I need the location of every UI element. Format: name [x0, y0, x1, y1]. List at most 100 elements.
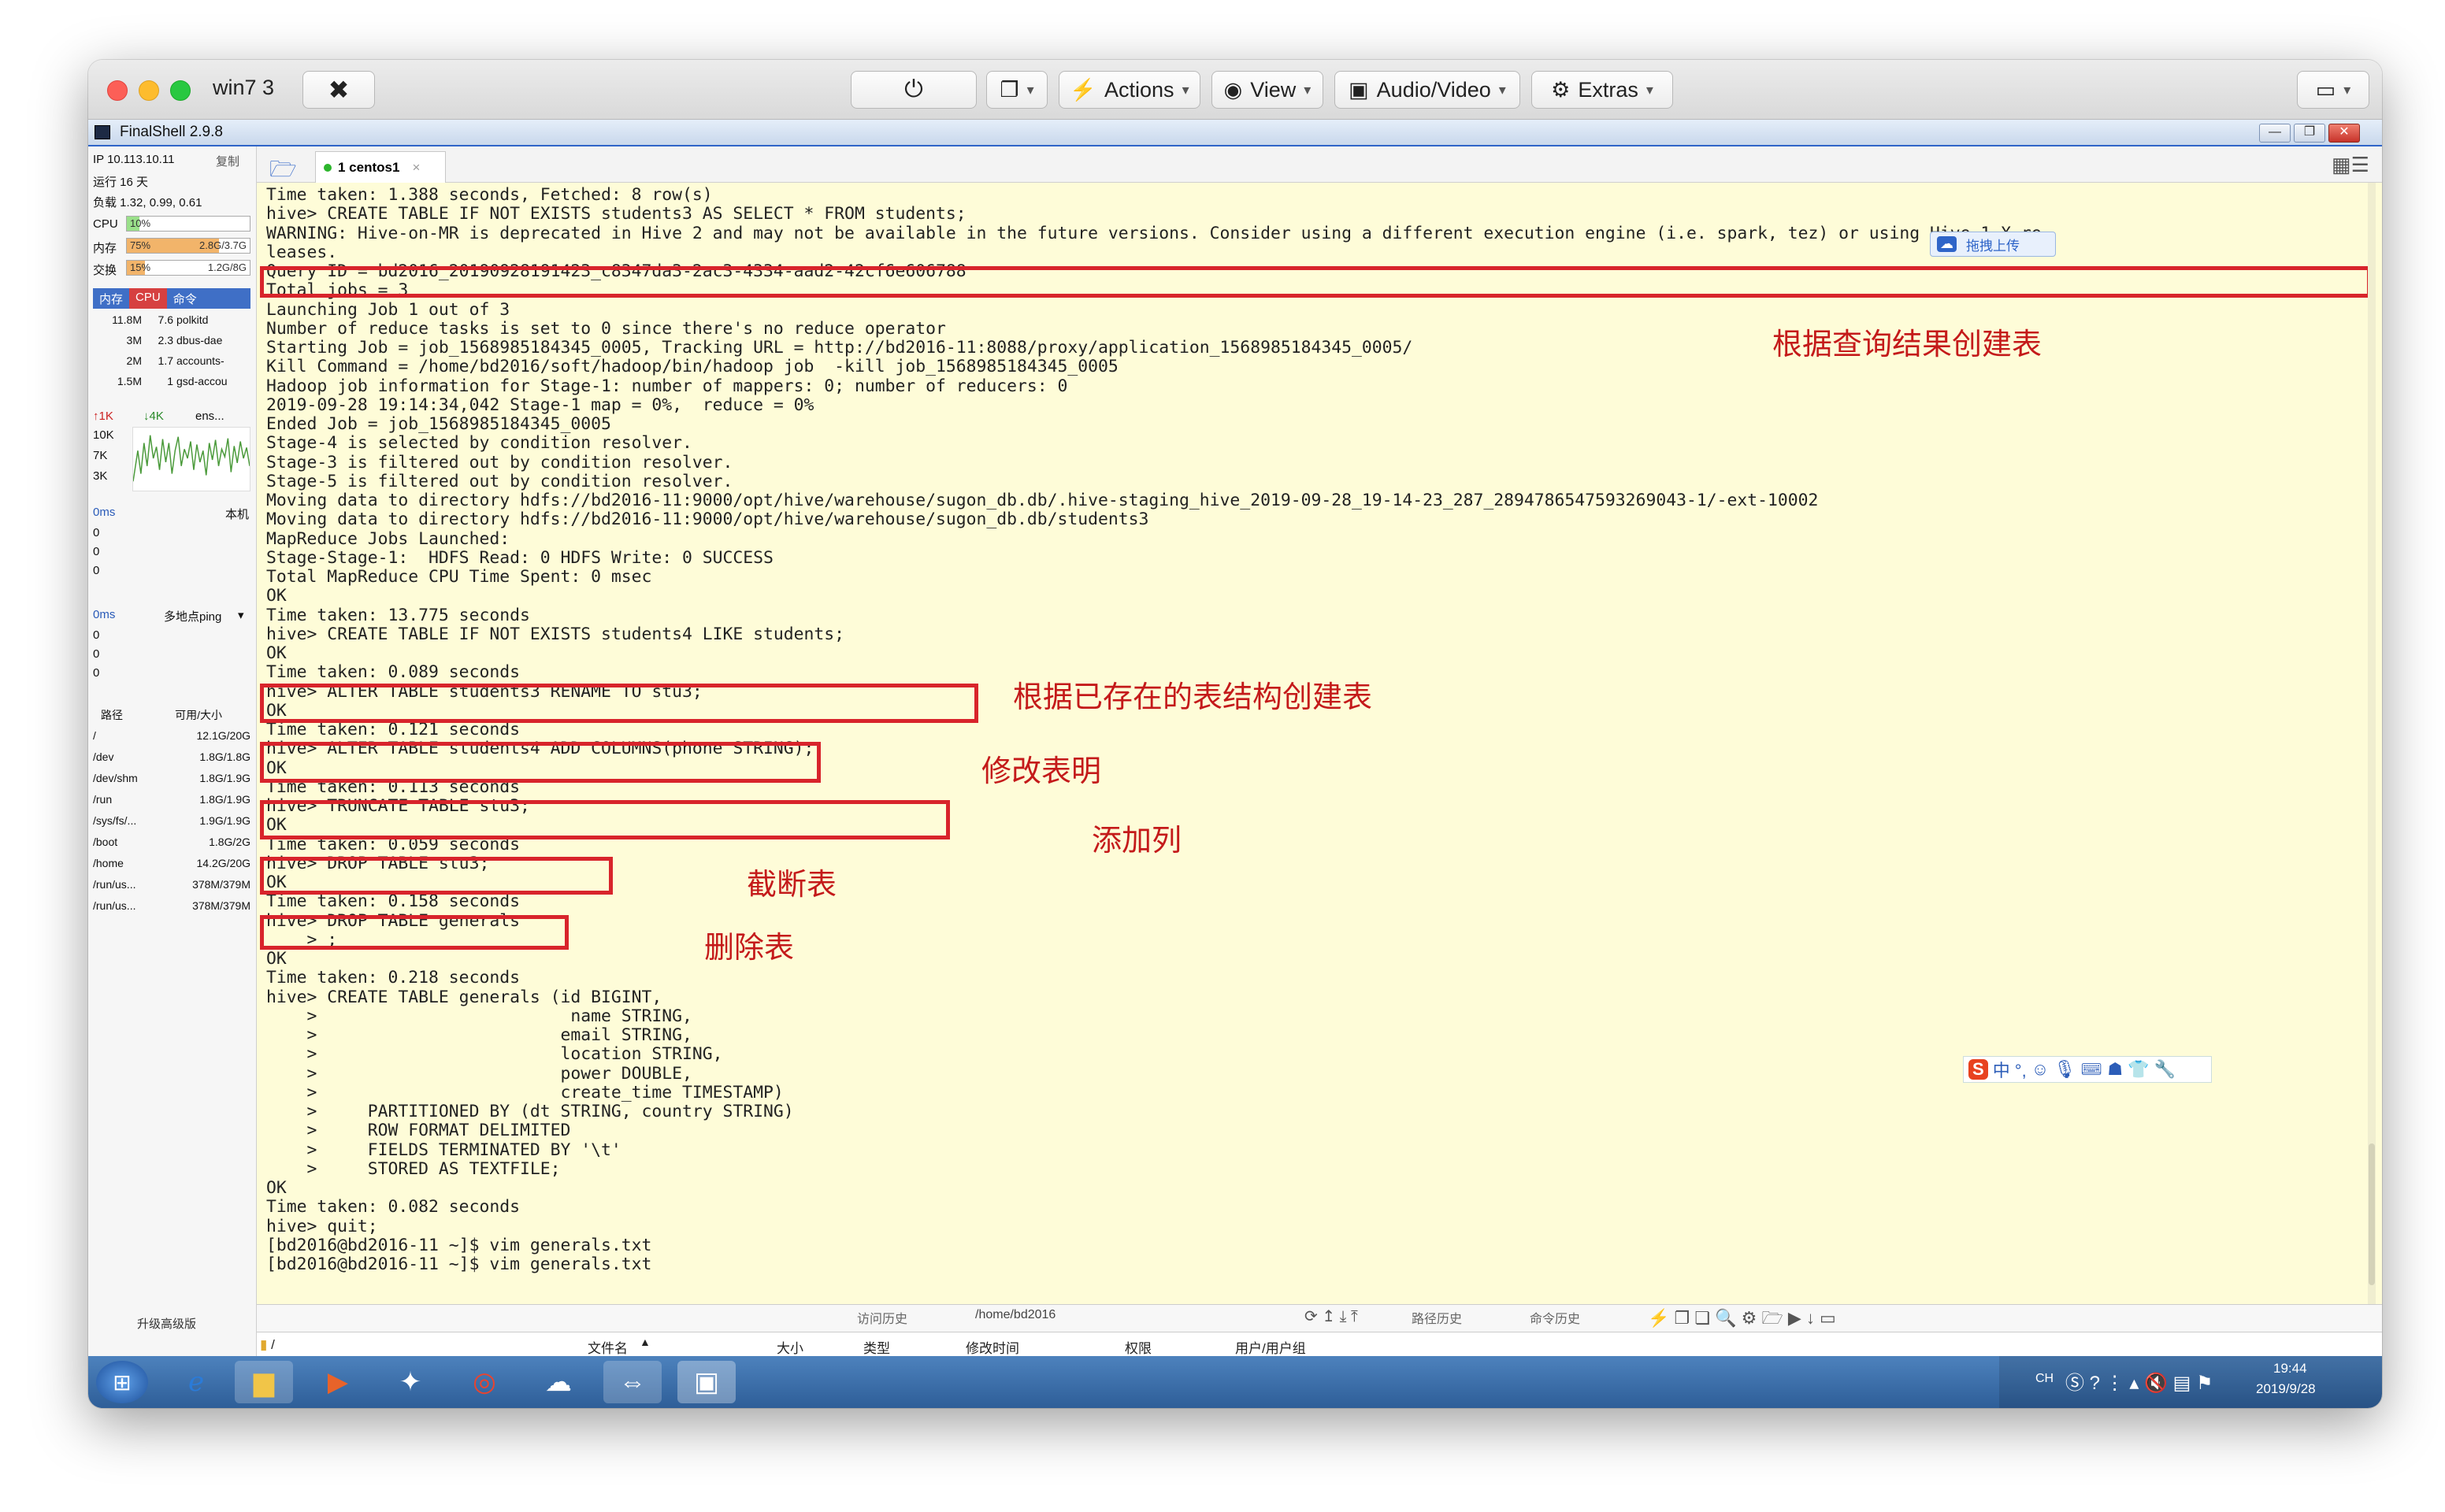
- process-row[interactable]: 1.5M 1 gsd-accou: [93, 375, 250, 387]
- tray-time[interactable]: 19:44: [2273, 1361, 2307, 1377]
- tab-centos1[interactable]: 1 centos1 ×: [315, 151, 446, 183]
- screen-button[interactable]: ▭ ▾: [2297, 71, 2369, 109]
- highlight-rename: [260, 742, 821, 783]
- copy-ip-button[interactable]: 复制: [216, 153, 239, 169]
- dir-path[interactable]: ▮ /: [257, 1337, 580, 1353]
- session-tab-bar: 🗁 1 centos1 × ▦☰: [257, 146, 2382, 183]
- media-player-icon[interactable]: ▶: [309, 1361, 367, 1403]
- disk-size: 14.2G/20G: [196, 857, 251, 869]
- col-size[interactable]: 大小: [777, 1337, 803, 1357]
- ime-tools-icon[interactable]: ☺ 🎙 ⌨ ☗ 👕 🔧: [2031, 1059, 2176, 1080]
- actions-menu[interactable]: ⚡ Actions ▾: [1059, 71, 1200, 109]
- ping-value: 0: [93, 526, 100, 539]
- actions-label: Actions: [1104, 77, 1174, 102]
- file-browser-bar: 访问历史 /home/bd2016 ⟳ ↥ ⤓ ⤒ 路径历史 命令历史 ⚡ ❐ …: [257, 1304, 2382, 1357]
- app-icon: [95, 125, 110, 139]
- net-upload: ↑1K: [93, 410, 113, 423]
- tab-label: 1 centos1: [338, 159, 400, 175]
- disk-size: 378M/379M: [192, 899, 250, 912]
- process-row[interactable]: 3M 2.3 dbus-dae: [93, 334, 250, 346]
- maximize-button[interactable]: ❐: [2294, 124, 2325, 143]
- col-modified[interactable]: 修改时间: [966, 1337, 1019, 1357]
- audio-video-menu[interactable]: ▣ Audio/Video ▾: [1334, 71, 1520, 109]
- upgrade-link[interactable]: 升级高级版: [137, 1315, 196, 1332]
- process-tab-cpu[interactable]: CPU: [129, 288, 167, 309]
- path-history-link[interactable]: 路径历史: [1412, 1308, 1462, 1327]
- swap-usage-bar: 15% 1.2G/8G: [126, 260, 250, 276]
- input-language[interactable]: CH: [2035, 1372, 2054, 1386]
- col-name[interactable]: 文件名: [588, 1337, 628, 1357]
- baidu-netdisk-icon[interactable]: ☁: [529, 1361, 588, 1403]
- layout-icon[interactable]: ▦☰: [2332, 153, 2369, 177]
- start-button[interactable]: ⊞: [96, 1361, 148, 1403]
- scroll-thumb[interactable]: [2369, 1143, 2375, 1285]
- terminal-scrollbar[interactable]: [2368, 183, 2376, 1304]
- chevron-down-icon: ▾: [1498, 81, 1506, 98]
- gears-icon: ⚙: [1551, 77, 1571, 102]
- finalshell-title-bar: FinalShell 2.9.8 — ❐ ✕: [88, 120, 2382, 146]
- close-button[interactable]: ✕: [2328, 124, 2360, 143]
- mem-size: 2.8G/3.7G: [199, 239, 247, 251]
- ping-multi-select[interactable]: 多地点ping: [164, 608, 221, 624]
- sogou-ime-toolbar[interactable]: S 中 °, ☺ 🎙 ⌨ ☗ 👕 🔧: [1963, 1056, 2212, 1083]
- bolt-icon: ⚡: [1070, 78, 1097, 102]
- zoom-traffic-light[interactable]: [170, 80, 191, 101]
- net-interface-select[interactable]: ens...: [195, 410, 224, 423]
- minimize-traffic-light[interactable]: [139, 80, 159, 101]
- power-button[interactable]: ⏻: [851, 71, 977, 109]
- explorer-icon[interactable]: ▆: [235, 1361, 293, 1403]
- tray-icons[interactable]: Ⓢ ? ⋮ ▴ 🔇 ▤ ⚑: [2065, 1367, 2213, 1395]
- status-sidebar: IP 10.113.10.11 复制 运行 16 天 负载 1.32, 0.99…: [88, 146, 257, 1356]
- upload-button[interactable]: ☁ 拖拽上传: [1930, 232, 2056, 257]
- tray-date[interactable]: 2019/9/28: [2256, 1381, 2316, 1397]
- process-row[interactable]: 11.8M 7.6 polkitd: [93, 313, 250, 326]
- current-path[interactable]: /home/bd2016: [975, 1308, 1056, 1322]
- tools-button[interactable]: ✖: [302, 71, 375, 109]
- network-chart: [132, 427, 250, 491]
- close-traffic-light[interactable]: [107, 80, 128, 101]
- disk-path: /dev: [93, 750, 114, 763]
- chevron-down-icon[interactable]: ▾: [238, 608, 244, 622]
- refresh-upload-download-icons[interactable]: ⟳ ↥ ⤓ ⤒: [1304, 1306, 1358, 1326]
- process-tab-mem[interactable]: 内存: [93, 288, 129, 309]
- clipboard-icon: ❐: [1000, 77, 1019, 102]
- bird-app-icon[interactable]: ✦: [381, 1361, 440, 1403]
- terminal[interactable]: Time taken: 1.388 seconds, Fetched: 8 ro…: [257, 183, 2382, 1304]
- highlight-drop: [260, 915, 569, 950]
- clipboard-button[interactable]: ❐ ▾: [986, 71, 1048, 109]
- server-ip: IP 10.113.10.11: [93, 153, 175, 166]
- disk-path: /: [93, 729, 96, 742]
- command-history-link[interactable]: 命令历史: [1530, 1308, 1580, 1327]
- file-tools-icons[interactable]: ⚡ ❐ ❏ 🔍 ⚙ 🗁 ▶ ↓ ▭: [1648, 1305, 1836, 1335]
- chat-icon: ▣: [1349, 77, 1369, 102]
- finalshell-taskbar-icon[interactable]: ▣: [677, 1361, 736, 1403]
- connected-dot-icon: [324, 163, 332, 172]
- swap-size: 1.2G/8G: [207, 261, 247, 273]
- process-row[interactable]: 2M 1.7 accounts-: [93, 354, 250, 367]
- view-menu[interactable]: ◉ View ▾: [1211, 71, 1323, 109]
- process-tab-cmd[interactable]: 命令: [167, 288, 203, 309]
- col-owner[interactable]: 用户/用户组: [1235, 1337, 1306, 1357]
- extras-menu[interactable]: ⚙ Extras ▾: [1531, 71, 1673, 109]
- power-icon: ⏻: [904, 76, 923, 102]
- close-tab-icon[interactable]: ×: [412, 160, 420, 176]
- system-tray: CH Ⓢ ? ⋮ ▴ 🔇 ▤ ⚑ 19:44 2019/9/28: [1999, 1356, 2382, 1408]
- ime-mode[interactable]: 中 °,: [1993, 1057, 2027, 1082]
- ping-value: 0: [93, 564, 100, 577]
- ping-local-ms: 0ms: [93, 506, 116, 519]
- disk-size: 1.8G/1.9G: [199, 793, 250, 806]
- disk-header-path: 路径: [101, 709, 123, 721]
- sort-asc-icon[interactable]: ▲: [640, 1336, 651, 1348]
- teamviewer-icon[interactable]: ⇔: [603, 1361, 662, 1403]
- folder-icon: ▮: [260, 1337, 268, 1352]
- annotation-create-like: 根据已存在的表结构创建表: [1013, 681, 1373, 714]
- col-type[interactable]: 类型: [863, 1337, 890, 1357]
- col-permission[interactable]: 权限: [1125, 1337, 1152, 1357]
- disk-header: 路径 可用/大小: [93, 707, 250, 723]
- net-tick: 7K: [93, 449, 108, 462]
- ie-icon[interactable]: ℯ: [167, 1361, 225, 1403]
- visit-history-link[interactable]: 访问历史: [857, 1308, 907, 1327]
- chrome-icon[interactable]: ◎: [455, 1361, 514, 1403]
- minimize-button[interactable]: —: [2259, 124, 2291, 143]
- uptime: 运行 16 天: [93, 176, 149, 189]
